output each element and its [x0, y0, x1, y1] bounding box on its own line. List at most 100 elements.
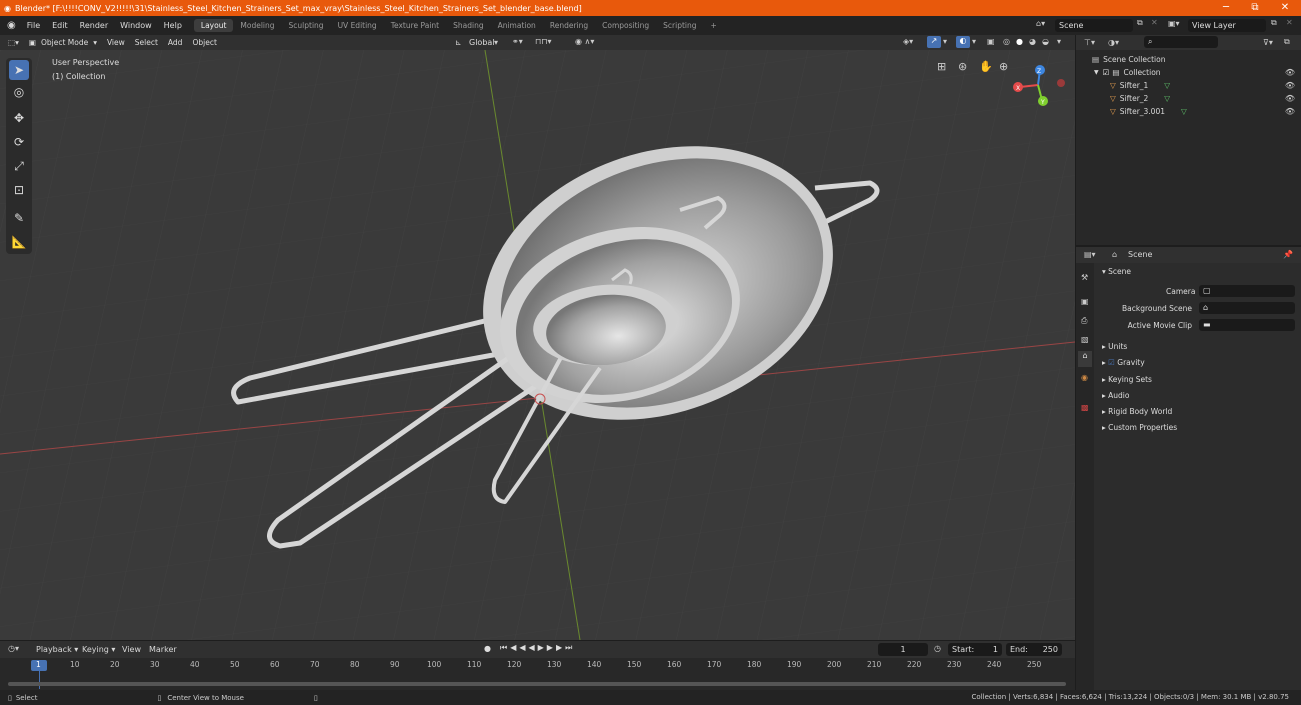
- measure-tool-icon[interactable]: 📐: [9, 232, 29, 252]
- view-layer-selector-icon[interactable]: ▣▾: [1168, 19, 1180, 28]
- tab-animation[interactable]: Animation: [491, 19, 543, 32]
- timeline-editor-type-icon[interactable]: ◷▾: [8, 644, 19, 653]
- blender-menu-icon[interactable]: ◉: [0, 20, 21, 31]
- outliner-search-input[interactable]: ⌕: [1144, 36, 1218, 48]
- timeline-scrollbar[interactable]: [8, 682, 1066, 686]
- wireframe-shading-icon[interactable]: ◎: [1003, 37, 1010, 46]
- camera-view-icon[interactable]: ⊛: [958, 60, 967, 73]
- gravity-panel[interactable]: ▸ ☑ Gravity: [1102, 358, 1145, 367]
- menu-file[interactable]: File: [21, 21, 46, 30]
- close-button[interactable]: ✕: [1270, 0, 1300, 16]
- proportional-edit-icon[interactable]: ◉ ∧▾: [575, 37, 594, 46]
- world-tab-icon[interactable]: ◉: [1081, 373, 1088, 382]
- gravity-checkbox[interactable]: ☑: [1108, 358, 1115, 367]
- scene-panel-header[interactable]: ▾ Scene: [1102, 267, 1131, 276]
- keying-sets-panel[interactable]: ▸ Keying Sets: [1102, 375, 1152, 384]
- material-shading-icon[interactable]: ◕: [1029, 37, 1036, 46]
- viewport-menu-select[interactable]: Select: [130, 38, 163, 47]
- visibility-eye-icon[interactable]: 👁: [1285, 81, 1295, 90]
- pan-hand-icon[interactable]: ✋: [979, 60, 993, 73]
- visibility-eye-icon[interactable]: 👁: [1285, 107, 1295, 116]
- record-icon[interactable]: ●: [484, 644, 491, 653]
- scene-tab-icon[interactable]: ⌂: [1078, 351, 1092, 367]
- current-frame-field[interactable]: 1: [878, 643, 928, 656]
- maximize-button[interactable]: ⧉: [1240, 0, 1270, 16]
- scale-tool-icon[interactable]: ⤢: [9, 156, 29, 176]
- scene-field[interactable]: Scene: [1055, 19, 1133, 32]
- camera-field[interactable]: ▢: [1199, 285, 1295, 297]
- outliner-editor-type-icon[interactable]: ⊤▾: [1084, 38, 1095, 47]
- viewport-menu-object[interactable]: Object: [187, 38, 221, 47]
- viewport-menu-add[interactable]: Add: [163, 38, 188, 47]
- menu-window[interactable]: Window: [114, 21, 158, 30]
- 3d-viewport[interactable]: Z X Y User Perspective (1) Collection ⊞ …: [0, 50, 1075, 640]
- viewport-menu-view[interactable]: View: [102, 38, 130, 47]
- timeline-menu-keying[interactable]: Keying ▾: [82, 645, 115, 654]
- tab-rendering[interactable]: Rendering: [543, 19, 595, 32]
- outliner-item-sifter-3[interactable]: ▽ Sifter_3.001 ▽ 👁: [1076, 105, 1301, 118]
- outliner-scene-collection[interactable]: ▤ Scene Collection: [1076, 53, 1301, 66]
- tab-scripting[interactable]: Scripting: [656, 19, 703, 32]
- move-tool-icon[interactable]: ✥: [9, 108, 29, 128]
- tool-tab-icon[interactable]: ⚒: [1081, 273, 1088, 282]
- visibility-eye-icon[interactable]: 👁: [1285, 94, 1295, 103]
- end-frame-field[interactable]: End: 250: [1006, 643, 1062, 656]
- snap-icon[interactable]: ⊓⊓▾: [535, 37, 552, 46]
- new-collection-icon[interactable]: ⧉: [1284, 37, 1290, 47]
- gizmo-toggle-icon[interactable]: ↗: [927, 36, 941, 48]
- outliner-collection[interactable]: ▼ ☑ ▤ Collection 👁: [1076, 66, 1301, 79]
- filter-icon[interactable]: ⊽▾: [1263, 38, 1273, 47]
- chevron-down-icon[interactable]: ▾: [972, 37, 976, 46]
- menu-help[interactable]: Help: [158, 21, 188, 30]
- select-tool-icon[interactable]: ➤: [9, 60, 29, 80]
- editor-type-icon[interactable]: ⬚▾: [0, 38, 24, 47]
- remove-view-layer-icon[interactable]: ✕: [1286, 18, 1293, 27]
- shading-options-icon[interactable]: ▾: [1057, 37, 1061, 46]
- units-panel[interactable]: ▸ Units: [1102, 342, 1127, 351]
- rendered-shading-icon[interactable]: ◒: [1042, 37, 1049, 46]
- pivot-point-icon[interactable]: ⚭▾: [512, 37, 523, 46]
- timeline-menu-view[interactable]: View: [122, 645, 141, 654]
- playback-controls-icon[interactable]: ⏮◀◀◀▶▶▶⏭: [500, 643, 575, 653]
- tab-uv-editing[interactable]: UV Editing: [331, 19, 384, 32]
- chevron-down-icon[interactable]: ▾: [943, 37, 947, 46]
- visibility-eye-icon[interactable]: 👁: [1285, 68, 1295, 77]
- xray-toggle-icon[interactable]: ▣: [987, 37, 995, 46]
- rigid-body-world-panel[interactable]: ▸ Rigid Body World: [1102, 407, 1172, 416]
- active-movie-clip-field[interactable]: ▬: [1199, 319, 1295, 331]
- outliner-item-sifter-1[interactable]: ▽ Sifter_1 ▽ 👁: [1076, 79, 1301, 92]
- tab-layout[interactable]: Layout: [193, 19, 234, 32]
- minimize-button[interactable]: ─: [1211, 0, 1241, 16]
- transform-tool-icon[interactable]: ⊡: [9, 180, 29, 200]
- annotate-tool-icon[interactable]: ✎: [9, 208, 29, 228]
- render-tab-icon[interactable]: ▣: [1081, 297, 1089, 306]
- tab-modeling[interactable]: Modeling: [233, 19, 281, 32]
- timeline-menu-playback[interactable]: Playback ▾: [36, 645, 78, 654]
- object-mode-dropdown[interactable]: Object Mode: [41, 38, 93, 47]
- rotate-tool-icon[interactable]: ⟳: [9, 132, 29, 152]
- view-layer-field[interactable]: View Layer: [1188, 19, 1266, 32]
- remove-scene-icon[interactable]: ✕: [1151, 18, 1158, 27]
- orientation-dropdown[interactable]: Global: [469, 38, 495, 47]
- object-visibility-icon[interactable]: ◈▾: [903, 37, 913, 46]
- solid-shading-icon[interactable]: ●: [1016, 37, 1023, 46]
- cursor-tool-icon[interactable]: ◎: [9, 82, 29, 102]
- background-scene-field[interactable]: ⌂: [1199, 302, 1295, 314]
- menu-edit[interactable]: Edit: [46, 21, 74, 30]
- outliner-item-sifter-2[interactable]: ▽ Sifter_2 ▽ 👁: [1076, 92, 1301, 105]
- display-mode-icon[interactable]: ◑▾: [1108, 38, 1119, 47]
- new-view-layer-icon[interactable]: ⧉: [1271, 18, 1277, 28]
- zoom-icon[interactable]: ⊕: [999, 60, 1008, 73]
- timeline-ruler[interactable]: 1 10 20 30 40 50 60 70 80 90 100 110 120…: [0, 658, 1075, 690]
- expand-arrow-icon[interactable]: ▼: [1094, 69, 1099, 76]
- start-frame-field[interactable]: Start: 1: [948, 643, 1002, 656]
- tab-shading[interactable]: Shading: [446, 19, 490, 32]
- tab-sculpting[interactable]: Sculpting: [282, 19, 331, 32]
- scene-selector-icon[interactable]: ⌂▾: [1036, 19, 1045, 28]
- properties-editor-type-icon[interactable]: ▤▾: [1084, 250, 1096, 259]
- overlays-toggle-icon[interactable]: ◐: [956, 36, 970, 48]
- menu-render[interactable]: Render: [74, 21, 114, 30]
- object-tab-icon[interactable]: ▩: [1081, 403, 1089, 412]
- timeline-menu-marker[interactable]: Marker: [149, 645, 177, 654]
- audio-panel[interactable]: ▸ Audio: [1102, 391, 1129, 400]
